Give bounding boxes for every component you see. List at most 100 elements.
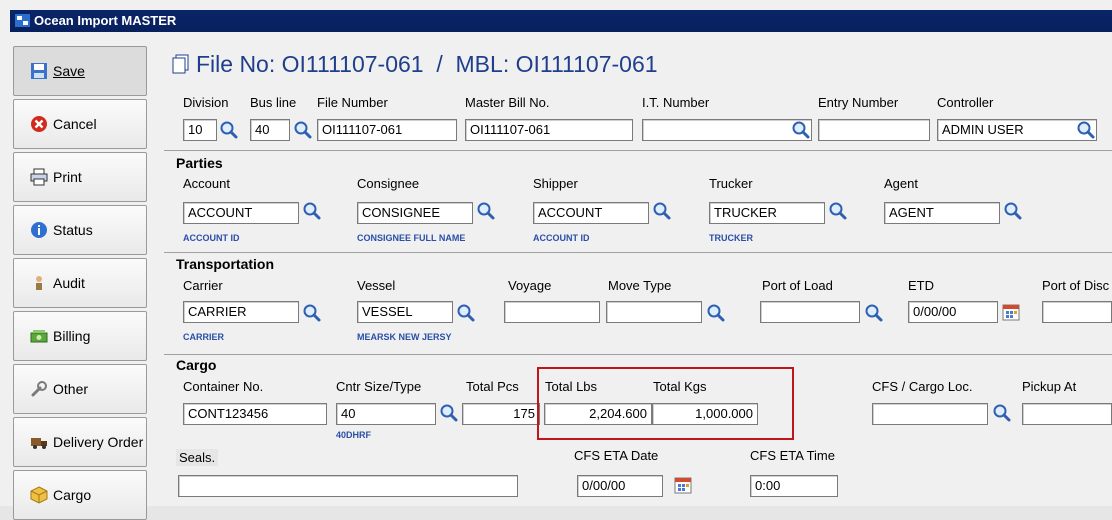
entry-number-field[interactable] [818,119,930,141]
save-icon [31,63,47,79]
action-sidebar: Save Cancel Print Status Audit Billing O… [10,36,155,520]
wrench-icon [31,381,47,397]
shipper-search-icon[interactable] [652,201,672,221]
bus-line-field[interactable]: 40 [250,119,290,141]
division-label: Division [183,95,229,110]
trucker-sublabel: TRUCKER [709,233,753,243]
move-type-search-icon[interactable] [706,303,726,323]
vessel-search-icon[interactable] [456,303,476,323]
carrier-field[interactable]: CARRIER [183,301,299,323]
trucker-search-icon[interactable] [828,201,848,221]
pickup-at-label: Pickup At [1022,379,1077,394]
seals-label: Seals. [176,449,219,466]
cargo-divider [164,354,1112,355]
carrier-search-icon[interactable] [302,303,322,323]
page-title: File No: OI111107-061 / MBL: OI111107-06… [172,51,658,78]
move-type-field[interactable] [606,301,702,323]
etd-label: ETD [908,278,934,293]
audit-label: Audit [53,275,85,291]
agent-search-icon[interactable] [1003,201,1023,221]
billing-label: Billing [53,328,91,344]
window-title: Ocean Import MASTER [34,13,177,28]
parties-title: Parties [176,155,223,171]
etd-calendar-icon[interactable] [1001,302,1021,322]
cancel-button[interactable]: Cancel [13,99,147,149]
cargo-button[interactable]: Cargo [13,470,147,520]
cfs-eta-time-field[interactable]: 0:00 [750,475,838,497]
port-of-load-label: Port of Load [762,278,833,293]
port-of-load-search-icon[interactable] [864,303,884,323]
seals-field[interactable] [178,475,518,497]
voyage-label: Voyage [508,278,552,293]
port-of-load-field[interactable] [760,301,860,323]
status-label: Status [53,222,93,238]
cfs-cargo-loc-search-icon[interactable] [992,403,1012,423]
transportation-divider [164,252,1112,253]
division-search-icon[interactable] [219,120,239,140]
agent-label: Agent [884,176,918,191]
cntr-size-type-field[interactable]: 40 [336,403,436,425]
page-title-text: File No: OI111107-061 / MBL: OI111107-06… [196,51,658,77]
print-button[interactable]: Print [13,152,147,202]
consignee-search-icon[interactable] [476,201,496,221]
trucker-field[interactable]: TRUCKER [709,202,825,224]
print-label: Print [53,169,82,185]
save-button[interactable]: Save [13,46,147,96]
cfs-eta-date-calendar-icon[interactable] [673,475,693,495]
total-pcs-label: Total Pcs [466,379,519,394]
etd-field[interactable]: 0/00/00 [908,301,998,323]
division-field[interactable]: 10 [183,119,217,141]
cfs-eta-date-label: CFS ETA Date [574,448,659,463]
delivery-order-button[interactable]: Delivery Order [13,417,147,467]
cfs-eta-date-field[interactable]: 0/00/00 [577,475,663,497]
person-icon [36,276,42,290]
cntr-size-search-icon[interactable] [439,403,459,423]
total-pcs-field[interactable]: 175 [462,403,540,425]
cntr-size-sublabel: 40DHRF [336,430,372,440]
port-of-discharge-field[interactable] [1042,301,1112,323]
shipper-id-sublabel: ACCOUNT ID [533,233,590,243]
entry-number-label: Entry Number [818,95,899,110]
consignee-field[interactable]: CONSIGNEE [357,202,473,224]
agent-field[interactable]: AGENT [884,202,1000,224]
truck-icon [31,438,47,449]
account-id-sublabel: ACCOUNT ID [183,233,240,243]
audit-button[interactable]: Audit [13,258,147,308]
container-no-field[interactable]: CONT123456 [183,403,327,425]
master-bill-field[interactable]: OI111107-061 [465,119,633,141]
box-icon [30,486,48,504]
file-number-label: File Number [317,95,388,110]
file-number-field[interactable]: OI111107-061 [317,119,457,141]
pickup-at-field[interactable] [1022,403,1112,425]
other-button[interactable]: Other [13,364,147,414]
vessel-label: Vessel [357,278,396,293]
master-bill-label: Master Bill No. [465,95,550,110]
cfs-cargo-loc-label: CFS / Cargo Loc. [872,379,973,394]
controller-search-icon[interactable] [1076,120,1096,140]
account-search-icon[interactable] [302,201,322,221]
cargo-label: Cargo [53,487,92,503]
cargo-title: Cargo [176,357,217,373]
document-icon [172,54,189,74]
cancel-icon [31,116,47,132]
shipper-field[interactable]: ACCOUNT [533,202,649,224]
voyage-field[interactable] [504,301,600,323]
account-field[interactable]: ACCOUNT [183,202,299,224]
bus-line-label: Bus line [250,95,297,110]
billing-button[interactable]: Billing [13,311,147,361]
it-number-label: I.T. Number [642,95,710,110]
printer-icon [30,168,48,186]
it-number-search-icon[interactable] [791,120,811,140]
vessel-field[interactable]: VESSEL [357,301,453,323]
totals-highlight-box [537,367,794,440]
parties-divider [164,150,1112,151]
title-bar: Ocean Import MASTER [10,10,1112,32]
bus-line-search-icon[interactable] [293,120,313,140]
controller-field[interactable]: ADMIN USER [937,119,1097,141]
cfs-eta-time-label: CFS ETA Time [750,448,835,463]
status-button[interactable]: Status [13,205,147,255]
app-icon [15,14,30,27]
cfs-cargo-loc-field[interactable] [872,403,988,425]
trucker-label: Trucker [709,176,753,191]
it-number-field[interactable] [642,119,812,141]
